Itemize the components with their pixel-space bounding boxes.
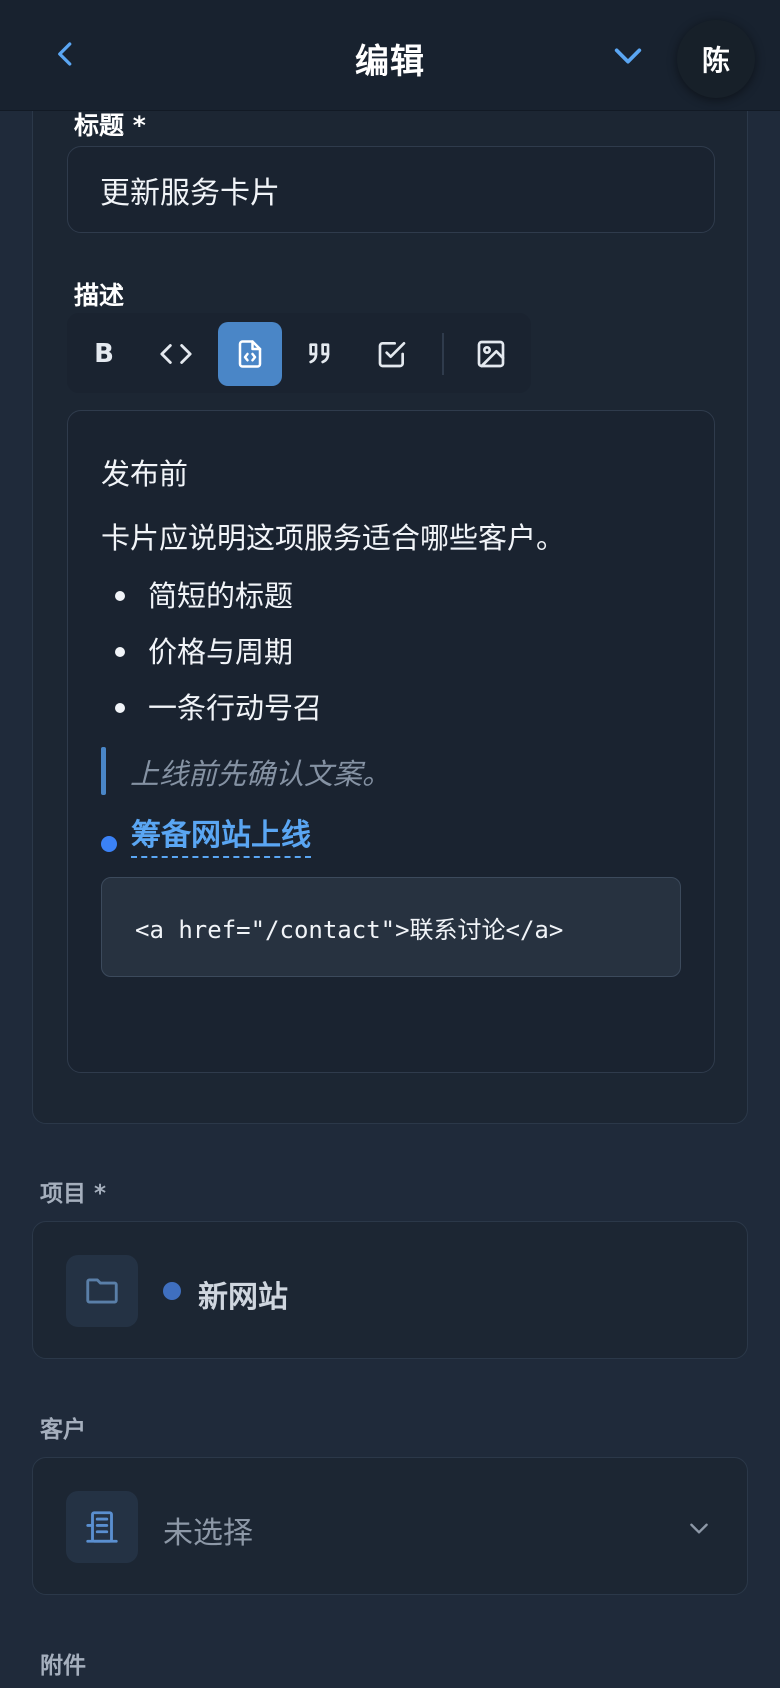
client-value: 未选择 — [163, 1516, 253, 1551]
list-item: 价格与周期 — [148, 635, 294, 669]
quote-button[interactable] — [288, 322, 352, 386]
toolbar-divider — [442, 333, 444, 375]
bold-button[interactable]: B — [72, 322, 136, 386]
building-icon — [66, 1491, 138, 1563]
title-input[interactable]: 更新服务卡片 — [67, 146, 715, 233]
folder-icon — [66, 1255, 138, 1327]
attachments-label: 附件 — [40, 1653, 86, 1679]
bullet-marker — [115, 591, 125, 601]
collapse-button[interactable] — [606, 34, 650, 78]
description-label: 描述 — [74, 281, 125, 310]
content-heading: 发布前 — [101, 457, 189, 491]
project-field[interactable]: 新网站 — [32, 1221, 748, 1359]
bold-icon: B — [94, 339, 114, 369]
content-link[interactable]: 筹备网站上线 — [131, 818, 311, 858]
project-value: 新网站 — [198, 1280, 288, 1315]
blockquote: 上线前先确认文案。 — [130, 757, 392, 791]
list-item: 一条行动号召 — [148, 691, 323, 725]
client-select[interactable]: 未选择 — [32, 1457, 748, 1595]
link-dot — [101, 836, 117, 852]
code-block-button[interactable] — [218, 322, 282, 386]
project-color-dot — [163, 1282, 181, 1300]
image-button[interactable] — [459, 322, 523, 386]
code-block: <a href="/contact">联系讨论</a> — [101, 877, 681, 977]
code-text: <a href="/contact">联系讨论</a> — [135, 915, 564, 944]
edit-page: 标题 * 更新服务卡片 描述 B 发布前 卡片应说明这项服务适合哪些客户。 简短… — [0, 0, 780, 1688]
quote-icon — [309, 343, 330, 364]
project-label: 项目 * — [40, 1181, 107, 1207]
client-label: 客户 — [40, 1417, 86, 1443]
chevron-down-icon — [685, 1514, 713, 1542]
list-item: 简短的标题 — [148, 579, 294, 613]
top-bar: 编辑 陈 — [0, 0, 780, 111]
chevron-down-icon — [614, 48, 642, 64]
description-editor[interactable]: 发布前 卡片应说明这项服务适合哪些客户。 简短的标题 价格与周期 一条行动号召 … — [67, 410, 715, 1073]
checkbox-icon — [378, 342, 406, 368]
title-label: 标题 * — [74, 111, 146, 140]
checklist-button[interactable] — [360, 322, 424, 386]
bullet-marker — [115, 647, 125, 657]
code-file-icon — [238, 340, 262, 368]
image-icon — [477, 340, 505, 368]
page-title: 编辑 — [355, 42, 425, 82]
inline-code-button[interactable] — [144, 322, 208, 386]
code-icon — [160, 344, 192, 364]
avatar[interactable]: 陈 — [677, 20, 755, 98]
quote-bar — [101, 747, 106, 795]
content-paragraph: 卡片应说明这项服务适合哪些客户。 — [101, 521, 566, 555]
bullet-marker — [115, 703, 125, 713]
formatting-toolbar: B — [67, 313, 531, 393]
